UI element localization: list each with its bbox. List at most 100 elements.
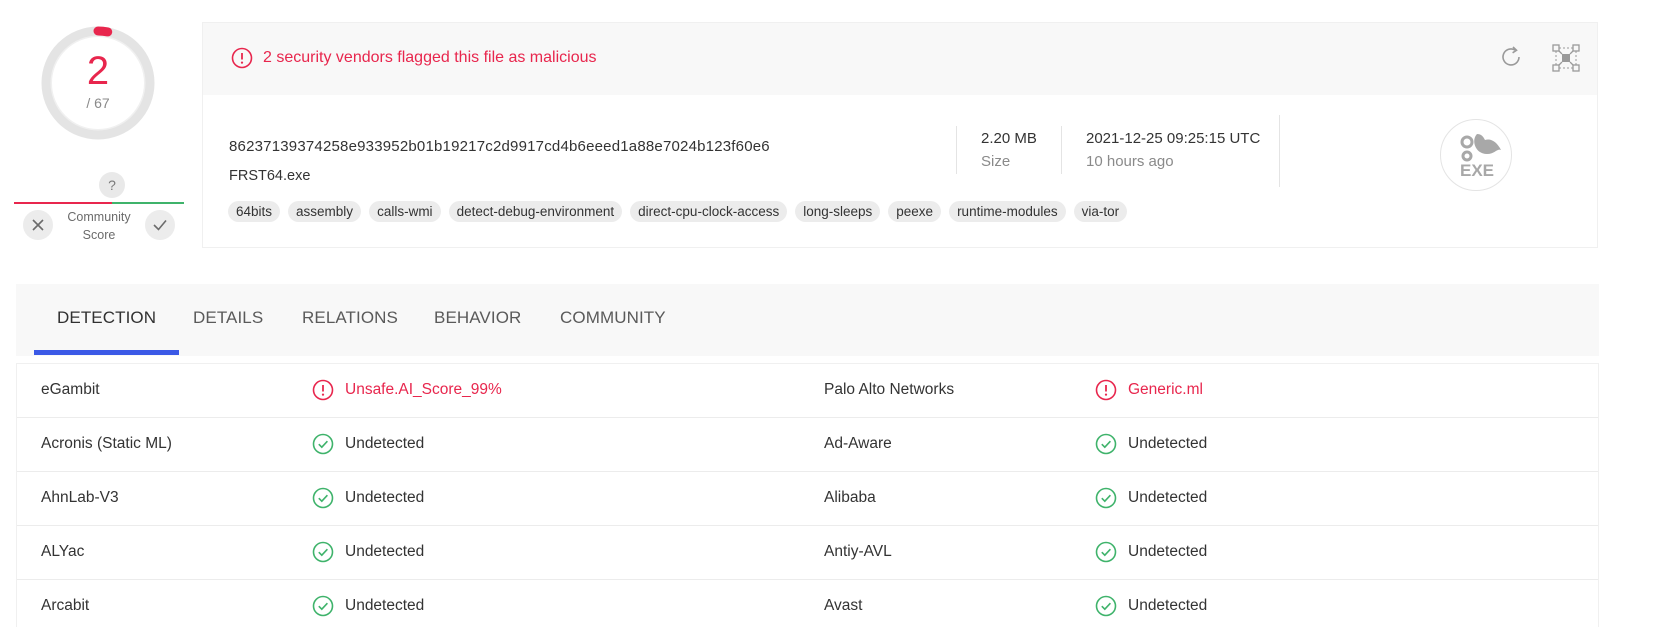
file-hash[interactable]: 86237139374258e933952b01b19217c2d9917cd4… [229,138,770,155]
detection-result-text: Undetected [345,597,425,614]
file-tag[interactable]: assembly [288,201,362,222]
alert-circle-icon [1095,379,1117,401]
alert-circle-icon [312,379,334,401]
file-size-label: Size [981,153,1011,170]
community-score: ? Community Score [14,172,184,262]
check-circle-icon [312,595,334,617]
detection-result-text: Unsafe.AI_Score_99% [345,381,502,398]
meta-divider [1279,115,1280,187]
table-row: AhnLab-V3 Undetected Alibaba Undetected [17,472,1598,526]
alert-circle-icon [231,47,253,69]
file-tag[interactable]: direct-cpu-clock-access [630,201,788,222]
vendor-name: Ad-Aware [824,435,892,452]
file-size-value: 2.20 MB [981,130,1037,147]
detection-result: Undetected [1095,595,1207,617]
vendor-name: Arcabit [41,597,90,614]
card-header: 2 security vendors flagged this file as … [203,23,1597,95]
check-icon [153,219,167,231]
detection-result-text: Undetected [345,543,425,560]
vendor-name: Palo Alto Networks [824,381,955,398]
analysis-date-ago: 10 hours ago [1086,153,1174,170]
community-bar-positive [112,202,184,204]
file-name: FRST64.exe [229,168,311,184]
detection-result: Generic.ml [1095,379,1203,401]
detection-result-text: Undetected [1128,435,1208,452]
detection-result: Undetected [312,595,424,617]
detection-table: eGambit Unsafe.AI_Score_99% Palo Alto Netw… [16,363,1599,627]
tab-relations[interactable]: RELATIONS [302,308,398,328]
community-score-label: Community Score [54,208,144,244]
check-circle-icon [312,541,334,563]
report-tabs: DETECTION DETAILS RELATIONS BEHAVIOR COM… [16,284,1599,356]
table-row: ALYac Undetected Antiy-AVL Undetected [17,526,1598,580]
close-icon [32,219,44,231]
file-tag[interactable]: calls-wmi [369,201,441,222]
detection-result-text: Undetected [345,435,425,452]
community-bar-negative [14,202,112,204]
detection-result: Undetected [1095,487,1207,509]
check-circle-icon [1095,433,1117,455]
detection-result: Undetected [312,487,424,509]
similar-files-button[interactable] [1551,43,1581,78]
detection-result: Undetected [312,541,424,563]
file-tag[interactable]: detect-debug-environment [448,201,623,222]
check-circle-icon [1095,487,1117,509]
meta-divider [1061,126,1062,174]
check-circle-icon [312,433,334,455]
vendor-name: Acronis (Static ML) [41,435,172,452]
analysis-date: 2021-12-25 09:25:15 UTC 10 hours ago [1086,130,1260,170]
file-summary-card: 2 security vendors flagged this file as … [202,22,1598,248]
detection-result-text: Undetected [1128,597,1208,614]
table-row: Arcabit Undetected Avast Undetected [17,580,1598,627]
vote-harmful-button[interactable] [23,210,53,240]
detection-count: 2 [86,49,110,93]
file-tag[interactable]: peexe [888,201,942,222]
detection-result: Undetected [1095,433,1207,455]
detection-result-text: Undetected [1128,489,1208,506]
tab-behavior[interactable]: BEHAVIOR [434,308,521,328]
file-size: 2.20 MB Size [981,130,1037,170]
meta-divider [956,126,957,174]
alert-text: 2 security vendors flagged this file as … [263,49,597,66]
file-type-label: EXE [1460,161,1494,180]
detection-result: Unsafe.AI_Score_99% [312,379,502,401]
engine-total: / 67 [86,95,110,111]
file-tag[interactable]: runtime-modules [949,201,1066,222]
tab-details[interactable]: DETAILS [193,308,263,328]
community-label-line1: Community [67,210,131,224]
community-label-line2: Score [82,228,116,242]
vote-harmless-button[interactable] [145,210,175,240]
check-circle-icon [1095,541,1117,563]
check-circle-icon [312,487,334,509]
file-tag[interactable]: 64bits [228,201,281,222]
detection-result-text: Undetected [1128,543,1208,560]
refresh-icon [1502,46,1520,66]
check-circle-icon [1095,595,1117,617]
vendor-name: ALYac [41,543,85,560]
tab-community[interactable]: COMMUNITY [560,308,666,328]
table-row: eGambit Unsafe.AI_Score_99% Palo Alto Netw… [17,364,1598,418]
detection-result-text: Undetected [345,489,425,506]
analysis-date-value: 2021-12-25 09:25:15 UTC [1086,130,1261,147]
detection-score-gauge: 2 / 67 [36,21,160,145]
file-tag[interactable]: long-sleeps [795,201,881,222]
file-tag[interactable]: via-tor [1073,201,1128,222]
table-row: Acronis (Static ML) Undetected Ad-Aware Und… [17,418,1598,472]
reanalyze-button[interactable] [1497,43,1525,78]
vendor-name: Antiy-AVL [824,543,892,560]
detection-result: Undetected [312,433,424,455]
vendor-name: eGambit [41,381,100,398]
active-tab-indicator [34,350,179,355]
file-type-badge: EXE [1440,119,1512,191]
detection-result: Undetected [1095,541,1207,563]
vendor-name: AhnLab-V3 [41,489,119,506]
tab-detection[interactable]: DETECTION [57,308,156,328]
gears-icon: EXE [1460,134,1501,180]
community-score-value: ? [99,172,125,198]
vendor-name: Avast [824,597,863,614]
file-tags: 64bits assembly calls-wmi detect-debug-envi… [228,201,1128,222]
detection-result-text: Generic.ml [1128,381,1203,398]
vendor-name: Alibaba [824,489,876,506]
graph-nodes-icon [1552,44,1580,72]
card-actions [1497,43,1581,78]
